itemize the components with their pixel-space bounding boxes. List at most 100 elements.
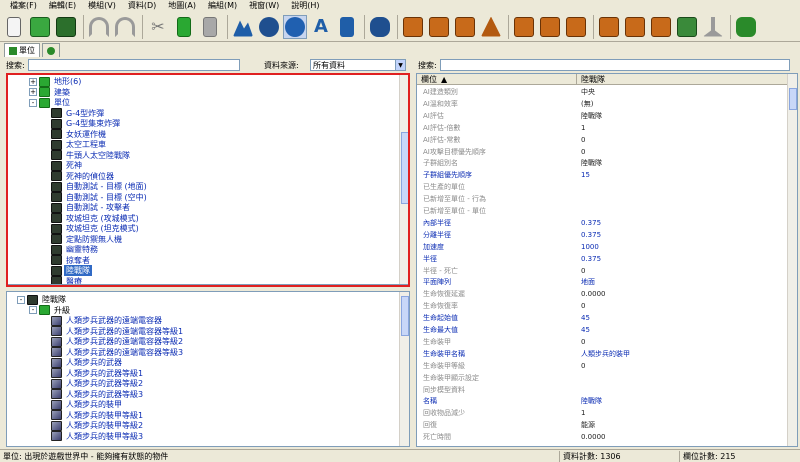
dependency-tree-panel[interactable]: - 陸戰隊 - 升級 人類步兵武器的遠端電容器 人類步兵武器的遠端電容器等級1 人類步兵武器… (6, 291, 410, 447)
grid-row[interactable]: 分離半徑 0.375 (417, 231, 777, 240)
dependency-tree-scrollbar[interactable] (399, 292, 409, 446)
grid-row[interactable]: 已生產的單位 (417, 183, 777, 192)
data-button[interactable] (257, 15, 281, 39)
grid-field-value[interactable]: 陸戰隊 (577, 397, 777, 406)
grid-row[interactable]: 生命恢復率 0 (417, 302, 777, 311)
grid-field-value[interactable]: 45 (577, 326, 777, 335)
grid-row[interactable]: 半徑 - 死亡 0 (417, 267, 777, 276)
grid-field-value[interactable]: 1000 (577, 243, 777, 252)
grid-field-value[interactable]: 1 (577, 409, 777, 418)
grid-field-value[interactable] (577, 195, 777, 204)
layer-button-4[interactable] (512, 15, 536, 39)
grid-field-value[interactable]: 0 (577, 302, 777, 311)
grid-row[interactable]: 回復 能源 (417, 421, 777, 430)
layer-button-7[interactable] (597, 15, 621, 39)
grid-row[interactable]: 生命最大值 45 (417, 326, 777, 335)
tree-item[interactable]: 人類步兵的裝甲 (41, 399, 122, 410)
test-map-button[interactable] (368, 15, 392, 39)
grid-row[interactable]: 平面陣列 地面 (417, 278, 777, 287)
triggers-button[interactable] (283, 14, 307, 39)
tree-item[interactable]: 人類步兵武器的遠端電容器 (41, 315, 162, 326)
grid-row[interactable]: AI溫和效率 (無) (417, 100, 777, 109)
menu-item-1[interactable]: 編輯(E) (43, 0, 82, 12)
right-search-input[interactable] (440, 59, 790, 71)
menu-item-2[interactable]: 模組(V) (82, 0, 122, 12)
grid-row[interactable]: AI攻擊目標優先順序 0 (417, 148, 777, 157)
tree-item[interactable]: 人類步兵的武器等級3 (41, 389, 143, 400)
grid-field-value[interactable]: 中央 (577, 88, 777, 97)
copy-button[interactable] (172, 15, 196, 39)
grid-field-value[interactable]: 0.375 (577, 219, 777, 228)
layer-button-6[interactable] (564, 15, 588, 39)
tree-item[interactable]: 人類步兵的裝甲等級1 (41, 410, 143, 421)
undo-button[interactable] (87, 15, 111, 39)
grid-row[interactable]: 生命裝甲等級 0 (417, 362, 777, 371)
tree-item[interactable]: 人類步兵的武器等級1 (41, 368, 143, 379)
grid-row[interactable]: 內部半徑 0.375 (417, 219, 777, 228)
paste-button[interactable] (198, 15, 222, 39)
grid-field-value[interactable]: 地面 (577, 278, 777, 287)
grid-scroll-thumb[interactable] (789, 88, 797, 110)
grid-row[interactable]: AI建造類別 中央 (417, 88, 777, 97)
grid-row[interactable]: AI評估-倍數 1 (417, 124, 777, 133)
grid-field-value[interactable]: 0 (577, 148, 777, 157)
layer-button-5[interactable] (538, 15, 562, 39)
grid-field-value[interactable] (577, 374, 777, 383)
grid-row[interactable]: 生命裝甲名稱 人類步兵的裝甲 (417, 350, 777, 359)
tree-item[interactable]: 人類步兵的裝甲等級3 (41, 431, 143, 442)
grid-field-value[interactable]: 陸戰隊 (577, 112, 777, 121)
layer-button-3[interactable] (453, 15, 477, 39)
grid-row[interactable]: AI評估-常數 0 (417, 136, 777, 145)
menu-item-4[interactable]: 地圖(A) (162, 0, 202, 12)
tree-item[interactable]: 人類步兵武器的遠端電容器等級3 (41, 347, 183, 358)
grid-field-value[interactable] (577, 386, 777, 395)
new-file-button[interactable] (2, 15, 26, 39)
grid-row[interactable]: 半徑 0.375 (417, 255, 777, 264)
open-file-button[interactable] (28, 15, 52, 39)
grid-field-value[interactable]: 0 (577, 338, 777, 347)
terrain-button[interactable] (231, 15, 255, 39)
field-grid-panel[interactable]: 欄位 ▲ 陸戰隊 AI建造類別 中央 AI溫和效率 (無) AI評估 陸戰隊 AI評估-倍數… (416, 73, 798, 447)
menu-item-6[interactable]: 視窗(W) (243, 0, 285, 12)
grid-field-value[interactable]: 能源 (577, 421, 777, 430)
tree-item[interactable]: 人類步兵的武器等級2 (41, 378, 143, 389)
document-button[interactable] (335, 15, 359, 39)
grid-field-value[interactable]: 15 (577, 171, 777, 180)
grid-row[interactable]: 生命起始值 45 (417, 314, 777, 323)
column-header-value[interactable]: 陸戰隊 (577, 74, 789, 84)
grid-field-value[interactable]: 0 (577, 362, 777, 371)
grid-row[interactable]: 生命恢復延遲 0.0000 (417, 290, 777, 299)
grid-field-value[interactable]: 0.375 (577, 231, 777, 240)
text-button[interactable]: A (309, 15, 333, 39)
grid-row[interactable]: 已新增至單位 - 行為 (417, 195, 777, 204)
grid-row[interactable]: 生命裝甲 0 (417, 338, 777, 347)
redo-button[interactable] (113, 15, 137, 39)
tree-item[interactable]: 人類步兵武器的遠端電容器等級2 (41, 336, 183, 347)
tree-item[interactable]: - 升級 (29, 305, 70, 316)
grid-field-value[interactable]: 0.375 (577, 255, 777, 264)
grid-row[interactable]: 子群組別名 陸戰隊 (417, 159, 777, 168)
menu-item-3[interactable]: 資料(D) (122, 0, 162, 12)
menu-item-0[interactable]: 檔案(F) (4, 0, 43, 12)
grid-row[interactable]: 已新增至單位 - 單位 (417, 207, 777, 216)
tree-item[interactable]: 人類步兵武器的遠端電容器等級1 (41, 326, 183, 337)
grid-field-value[interactable]: 陸戰隊 (577, 159, 777, 168)
dependency-scroll-thumb[interactable] (401, 296, 409, 336)
layer-button-10[interactable] (675, 15, 699, 39)
column-header-field[interactable]: 欄位 ▲ (417, 74, 577, 84)
tree-item[interactable]: 人類步兵的武器 (41, 357, 122, 368)
grid-row[interactable]: 死亡時間 0.0000 (417, 433, 777, 442)
grid-field-value[interactable]: 45 (577, 314, 777, 323)
grid-row[interactable]: AI評估 陸戰隊 (417, 112, 777, 121)
grid-row[interactable]: 回收物品減少 1 (417, 409, 777, 418)
grid-field-value[interactable]: (無) (577, 100, 777, 109)
grid-row[interactable]: 加速度 1000 (417, 243, 777, 252)
layer-button-8[interactable] (623, 15, 647, 39)
grid-field-value[interactable]: 1 (577, 124, 777, 133)
save-button[interactable] (54, 15, 78, 39)
grid-row[interactable]: 生命裝甲顯示設定 (417, 374, 777, 383)
script-button[interactable] (734, 15, 758, 39)
cut-button[interactable]: ✂ (146, 15, 170, 39)
source-select[interactable]: 所有資料 ▼ (310, 59, 406, 71)
grid-field-value[interactable] (577, 207, 777, 216)
